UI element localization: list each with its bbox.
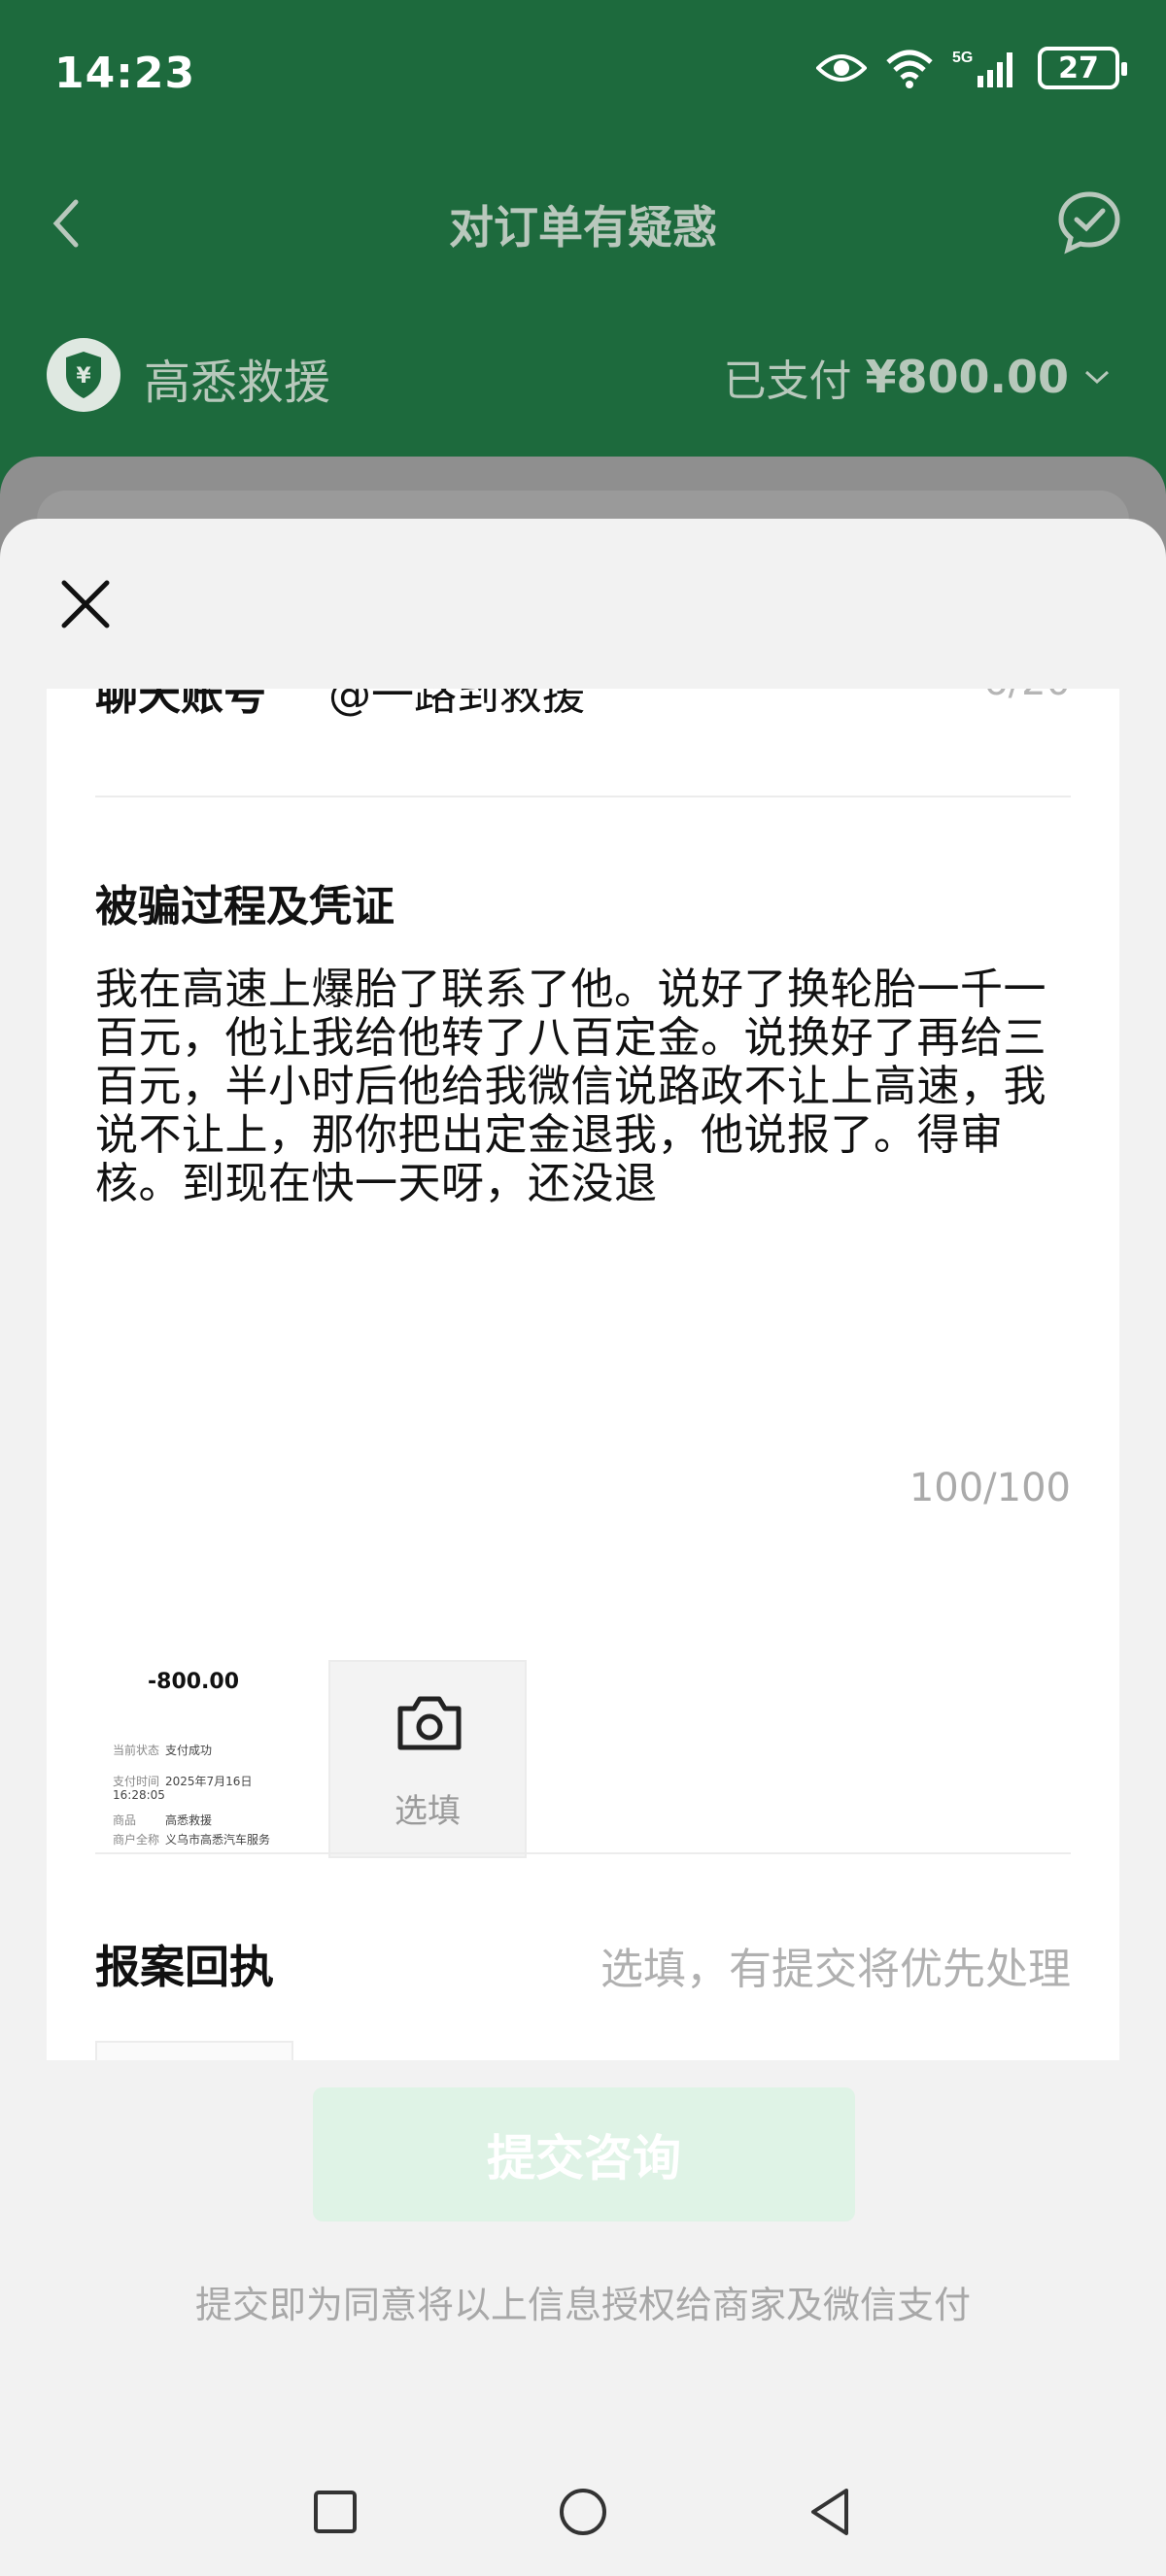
report-upload-slot[interactable] bbox=[95, 2041, 293, 2060]
process-char-count: 100/100 bbox=[909, 1466, 1071, 1510]
signal-icon: 5G bbox=[952, 50, 1012, 87]
square-recent-icon[interactable] bbox=[306, 2483, 364, 2541]
merchant-logo: ¥ bbox=[47, 338, 120, 412]
account-label: 聊天账号 bbox=[95, 689, 266, 720]
eye-icon bbox=[816, 54, 867, 82]
receipt-thumbnail[interactable]: -800.00 当前状态 支付成功 支付时间 2025年7月16日 16:28:05… bbox=[95, 1660, 293, 1858]
submit-button[interactable]: 提交咨询 bbox=[313, 2087, 855, 2221]
form-card: 聊天账号 @一路到救援 6/20 被骗过程及凭证 我在高速上爆胎了联系了他。说好… bbox=[47, 689, 1119, 2060]
receipt-row: 商品 高悉救援 bbox=[113, 1813, 213, 1827]
bottom-sheet: 聊天账号 @一路到救援 6/20 被骗过程及凭证 我在高速上爆胎了联系了他。说好… bbox=[0, 519, 1166, 2576]
paid-label: 已支付 bbox=[723, 356, 852, 406]
account-row[interactable]: 聊天账号 @一路到救援 6/20 bbox=[95, 689, 1071, 728]
paid-info[interactable]: 已支付 ¥800.00 bbox=[723, 346, 1112, 408]
report-hint: 选填，有提交将优先处理 bbox=[600, 1945, 1071, 1994]
triangle-back-icon[interactable] bbox=[802, 2483, 860, 2541]
chat-check-icon[interactable] bbox=[1055, 188, 1123, 256]
report-title: 报案回执 bbox=[95, 1941, 274, 1993]
chevron-down-icon bbox=[1084, 370, 1110, 385]
account-char-count: 6/20 bbox=[983, 689, 1071, 704]
divider bbox=[95, 796, 1071, 797]
battery-icon: 27 bbox=[1038, 47, 1127, 89]
svg-text:5G: 5G bbox=[952, 50, 973, 66]
merchant-name: 高悉救援 bbox=[144, 356, 331, 410]
camera-icon bbox=[397, 1696, 462, 1750]
receipt-row: 商户全称 义乌市高悉汽车服务 bbox=[113, 1833, 271, 1847]
process-title: 被骗过程及凭证 bbox=[95, 882, 394, 932]
process-textarea[interactable]: 我在高速上爆胎了联系了他。说好了换轮胎一千一百元，他让我给他转了八百定金。说换好… bbox=[95, 966, 1086, 1208]
receipt-row: 当前状态 支付成功 bbox=[113, 1744, 213, 1757]
status-time: 14:23 bbox=[54, 49, 196, 98]
receipt-row: 支付时间 2025年7月16日 16:28:05 bbox=[113, 1775, 253, 1802]
merchant-logo-symbol: ¥ bbox=[76, 364, 91, 389]
upload-photo-button[interactable]: 选填 bbox=[328, 1660, 527, 1858]
status-bar: 14:23 5G 27 bbox=[0, 0, 1166, 146]
upload-label: 选填 bbox=[394, 1792, 461, 1831]
page-title: 对订单有疑惑 bbox=[449, 201, 717, 254]
status-icons: 5G 27 bbox=[816, 47, 1127, 89]
close-icon[interactable] bbox=[58, 577, 113, 631]
agreement-text: 提交即为同意将以上信息授权给商家及微信支付 bbox=[194, 2284, 971, 2326]
account-value[interactable]: @一路到救援 bbox=[328, 689, 585, 722]
shield-yen-icon: ¥ bbox=[66, 352, 101, 398]
circle-home-icon[interactable] bbox=[554, 2483, 612, 2541]
paid-amount: ¥800.00 bbox=[865, 351, 1069, 403]
wifi-icon bbox=[886, 50, 933, 88]
system-nav-bar bbox=[0, 2448, 1166, 2576]
receipt-amount: -800.00 bbox=[148, 1670, 240, 1694]
nav-bar: 对订单有疑惑 bbox=[0, 175, 1166, 272]
divider bbox=[95, 1852, 1071, 1854]
merchant-row: ¥ 高悉救援 已支付 ¥800.00 bbox=[0, 330, 1166, 418]
